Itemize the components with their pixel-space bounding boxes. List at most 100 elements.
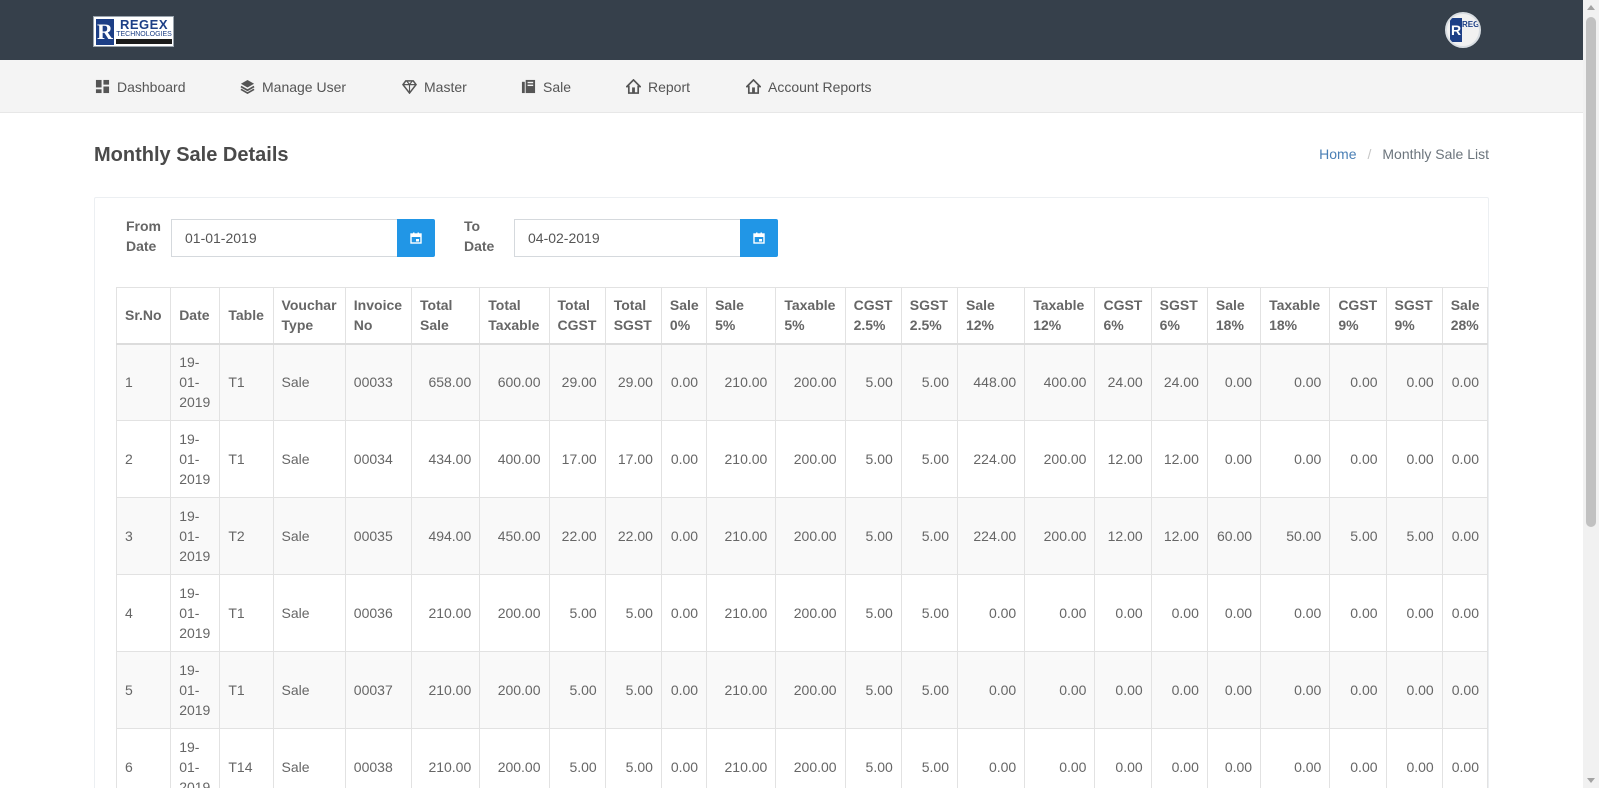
table-row[interactable]: 4 19- 01- 2019 T1 Sale 00036 210.00 200.00 5.00 5.… <box>116 574 1488 652</box>
column-header-text: Sale <box>420 317 449 334</box>
cell-amount: 29.00 <box>604 343 662 421</box>
cell-date-part: 2019 <box>179 548 211 564</box>
cell-amount: 0.00 <box>1150 651 1208 729</box>
cell-amount: 0.00 <box>660 497 708 575</box>
cell-amount: 200.00 <box>775 728 846 788</box>
layers-icon <box>240 79 255 94</box>
column-header-text: 6% <box>1103 317 1124 334</box>
column-header[interactable]: Sale 12% <box>956 287 1026 345</box>
cell-sr-no: 1 <box>116 343 172 421</box>
column-header[interactable]: Table <box>219 287 274 345</box>
cell-amount: 210.00 <box>411 728 481 788</box>
cell-invoice-no: 00037 <box>344 651 413 729</box>
cell-amount: 0.00 <box>1206 728 1262 788</box>
cell-amount: 24.00 <box>1150 343 1208 421</box>
page-scrollbar[interactable] <box>1583 0 1599 788</box>
column-header[interactable]: CGST 9% <box>1329 287 1387 345</box>
cell-amount: 29.00 <box>548 343 606 421</box>
cell-amount: 0.00 <box>956 728 1026 788</box>
from-date-label-line2: Date <box>126 238 157 254</box>
header-row: Sr.No Date Table Vouchar Type Invoice No Total S… <box>116 287 1488 345</box>
company-logo[interactable]: R REGEX TECHNOLOGIES <box>93 16 174 47</box>
nav-master[interactable]: Master <box>402 60 467 113</box>
column-header[interactable]: Total Sale <box>411 287 481 345</box>
cell-amount: 0.00 <box>660 574 708 652</box>
cell-amount: 5.00 <box>844 343 902 421</box>
column-header[interactable]: SGST 2.5% <box>900 287 958 345</box>
column-header[interactable]: Taxable 5% <box>775 287 846 345</box>
to-date-label-line2: Date <box>464 238 495 254</box>
column-header[interactable]: Sale 18% <box>1206 287 1262 345</box>
nav-report[interactable]: Report <box>626 60 690 113</box>
cell-amount: 12.00 <box>1150 420 1208 498</box>
cell-date-part: 2019 <box>179 702 211 718</box>
cell-amount: 0.00 <box>1260 728 1331 788</box>
cell-amount: 0.00 <box>1260 420 1331 498</box>
from-date-picker-button[interactable] <box>397 219 435 257</box>
column-header-text: 5% <box>715 317 736 334</box>
column-header[interactable]: Sr.No <box>116 287 172 345</box>
cell-amount: 200.00 <box>1024 420 1096 498</box>
cell-voucher-type: Sale <box>272 420 346 498</box>
column-header[interactable]: CGST 2.5% <box>844 287 902 345</box>
user-avatar[interactable]: R REGEX <box>1445 12 1481 48</box>
scroll-up-arrow-icon[interactable] <box>1587 5 1595 10</box>
column-header[interactable]: Total SGST <box>604 287 662 345</box>
column-header[interactable]: Date <box>170 287 221 345</box>
column-header-text: 18% <box>1269 317 1298 334</box>
column-header[interactable]: Sale 28% <box>1441 287 1488 345</box>
cell-date-part: 01- <box>179 682 200 698</box>
nav-dashboard[interactable]: Dashboard <box>95 60 186 113</box>
from-date-label-line1: From <box>126 218 161 234</box>
column-header[interactable]: Taxable 12% <box>1024 287 1096 345</box>
nav-manage-user[interactable]: Manage User <box>240 60 346 113</box>
nav-label: Manage User <box>262 78 347 95</box>
column-header[interactable]: Invoice No <box>344 287 413 345</box>
cell-date-part: 01- <box>179 528 200 544</box>
calendar-icon <box>410 232 422 244</box>
cell-amount: 5.00 <box>844 497 902 575</box>
nav-account-reports[interactable]: Account Reports <box>746 60 872 113</box>
cell-amount: 200.00 <box>775 497 846 575</box>
cell-amount: 0.00 <box>1024 574 1096 652</box>
cell-amount: 5.00 <box>604 728 662 788</box>
cell-amount: 0.00 <box>1441 574 1488 652</box>
sales-table-container[interactable]: Sr.No Date Table Vouchar Type Invoice No Total S… <box>116 287 1488 788</box>
to-date-input[interactable]: 04-02-2019 <box>514 219 740 257</box>
cell-amount: 210.00 <box>706 497 777 575</box>
column-header[interactable]: SGST 6% <box>1150 287 1208 345</box>
column-header[interactable]: Vouchar Type <box>272 287 346 345</box>
column-header-text: 5% <box>784 317 805 334</box>
column-header-text: CGST <box>1103 297 1143 314</box>
column-header[interactable]: Sale 0% <box>660 287 708 345</box>
table-header: Sr.No Date Table Vouchar Type Invoice No Total S… <box>116 287 1488 345</box>
table-row[interactable]: 5 19- 01- 2019 T1 Sale 00037 210.00 200.00 5.00 5.… <box>116 651 1488 729</box>
column-header-text: Sr.No <box>125 307 162 324</box>
scroll-down-arrow-icon[interactable] <box>1587 778 1595 783</box>
table-row[interactable]: 6 19- 01- 2019 T14 Sale 00038 210.00 200.00 5.00 5… <box>116 728 1488 788</box>
to-date-picker-button[interactable] <box>740 219 778 257</box>
cell-amount: 5.00 <box>548 651 606 729</box>
cell-date-part: 01- <box>179 374 200 391</box>
column-header[interactable]: Taxable 18% <box>1260 287 1331 345</box>
column-header[interactable]: Sale 5% <box>706 287 777 345</box>
table-row[interactable]: 1 19- 01- 2019 T1 Sale 00033 658.00 600.00 29.00 2… <box>116 343 1488 421</box>
breadcrumb-home-link[interactable]: Home <box>1319 146 1356 162</box>
table-row[interactable]: 3 19- 01- 2019 T2 Sale 00035 494.00 450.00 22.00 2… <box>116 497 1488 575</box>
cell-sr-no: 3 <box>116 497 172 575</box>
cell-date-part: 19- <box>179 662 200 678</box>
scrollbar-thumb[interactable] <box>1586 17 1596 527</box>
breadcrumb-current: Monthly Sale List <box>1382 146 1489 162</box>
cell-amount: 0.00 <box>660 651 708 729</box>
table-row[interactable]: 2 19- 01- 2019 T1 Sale 00034 434.00 400.00 17.00 1… <box>116 420 1488 498</box>
cell-amount: 200.00 <box>479 728 550 788</box>
column-header[interactable]: CGST 6% <box>1094 287 1152 345</box>
column-header[interactable]: Total CGST <box>548 287 606 345</box>
cell-amount: 24.00 <box>1094 343 1152 421</box>
from-date-input[interactable]: 01-01-2019 <box>171 219 397 257</box>
column-header[interactable]: SGST 9% <box>1385 287 1443 345</box>
column-header[interactable]: Total Taxable <box>479 287 550 345</box>
cell-amount: 0.00 <box>1385 343 1443 421</box>
nav-sale[interactable]: Sale <box>521 60 571 113</box>
column-header-text: Sale <box>1450 297 1480 314</box>
